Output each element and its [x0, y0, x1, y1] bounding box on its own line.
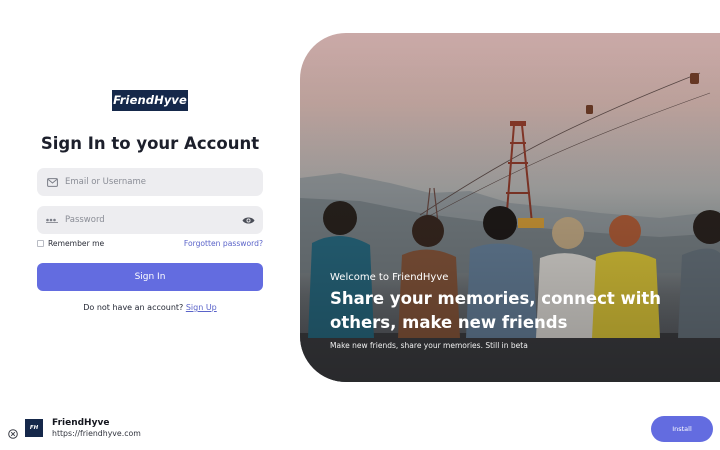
hero-headline: Share your memories, connect with others…	[330, 289, 662, 332]
envelope-icon	[46, 176, 58, 188]
password-field[interactable]	[37, 206, 263, 234]
friendhyve-logo: FriendHyve	[112, 90, 188, 111]
signup-prompt-text: Do not have an account?	[83, 303, 184, 312]
app-name: FriendHyve	[52, 418, 110, 428]
email-field[interactable]	[37, 168, 263, 196]
app-url: https://friendhyve.com	[52, 429, 141, 438]
eye-icon[interactable]	[242, 214, 255, 226]
close-circle-icon[interactable]	[8, 424, 18, 439]
email-input[interactable]	[65, 172, 230, 192]
password-dots-icon	[46, 214, 58, 226]
remember-me-label: Remember me	[48, 239, 105, 248]
remember-me-checkbox[interactable]	[37, 240, 44, 247]
remember-me[interactable]: Remember me	[37, 239, 104, 248]
signup-prompt: Do not have an account? Sign Up	[37, 303, 263, 312]
sign-in-button[interactable]: Sign In	[37, 263, 263, 291]
install-button[interactable]: Install	[651, 416, 713, 442]
hero-image: Welcome to FriendHyve Share your memorie…	[300, 33, 720, 382]
password-input[interactable]	[65, 210, 230, 230]
forgot-password-link[interactable]: Forgotten password?	[184, 239, 263, 248]
hero-welcome: Welcome to FriendHyve	[330, 272, 449, 283]
hero-subtext: Make new friends, share your memories. S…	[330, 341, 528, 350]
page-title: Sign In to your Account	[40, 134, 260, 153]
app-icon: FH	[25, 419, 43, 437]
sign-up-link[interactable]: Sign Up	[186, 303, 217, 312]
